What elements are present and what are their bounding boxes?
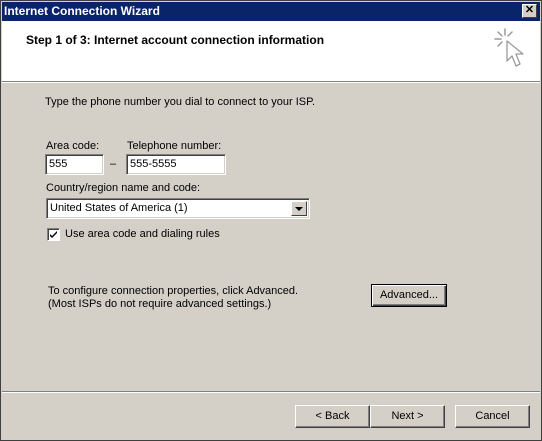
- close-button[interactable]: ✕: [522, 4, 537, 18]
- area-code-label: Area code:: [46, 140, 100, 152]
- window-title: Internet Connection Wizard: [4, 4, 160, 18]
- advanced-note-line1: To configure connection properties, clic…: [48, 285, 299, 297]
- close-icon: ✕: [524, 4, 535, 16]
- telephone-number-input[interactable]: 555-5555: [126, 154, 226, 175]
- back-button[interactable]: < Back: [295, 405, 370, 428]
- advanced-note-line2: (Most ISPs do not require advanced setti…: [48, 298, 272, 310]
- header-separator: [2, 81, 540, 83]
- next-button[interactable]: Next >: [370, 405, 445, 428]
- wizard-window: Internet Connection Wizard ✕ Step 1 of 3…: [0, 0, 542, 441]
- wizard-cursor-icon: [494, 28, 524, 67]
- country-selected-value: United States of America (1): [50, 202, 188, 214]
- dropdown-arrow-icon[interactable]: [291, 201, 307, 216]
- use-area-code-label[interactable]: Use area code and dialing rules: [65, 228, 220, 240]
- country-select[interactable]: United States of America (1): [46, 198, 310, 219]
- wizard-header: Step 1 of 3: Internet account connection…: [2, 21, 540, 81]
- use-area-code-checkbox[interactable]: [47, 228, 60, 241]
- telephone-number-label: Telephone number:: [127, 140, 222, 152]
- step-title: Step 1 of 3: Internet account connection…: [26, 33, 325, 47]
- checkmark-icon: [50, 231, 57, 238]
- advanced-button[interactable]: Advanced...: [371, 284, 447, 307]
- phone-dash: –: [110, 158, 117, 170]
- country-label: Country/region name and code:: [46, 182, 201, 194]
- title-bar[interactable]: Internet Connection Wizard ✕: [2, 2, 540, 21]
- area-code-input[interactable]: 555: [45, 154, 104, 175]
- cancel-button[interactable]: Cancel: [455, 405, 530, 428]
- footer-separator: [2, 391, 540, 393]
- instruction-text: Type the phone number you dial to connec…: [45, 96, 316, 108]
